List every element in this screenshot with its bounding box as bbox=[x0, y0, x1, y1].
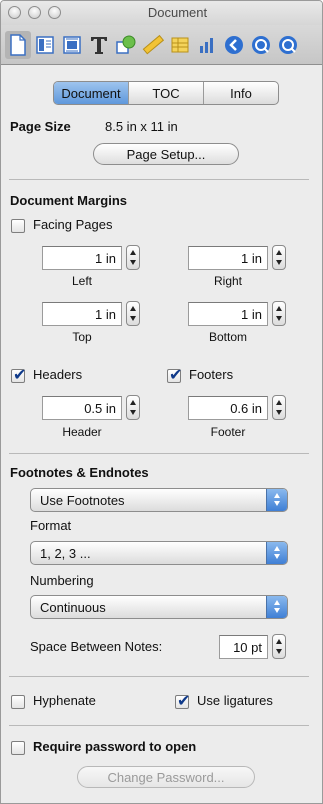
link-inspector-tab[interactable] bbox=[221, 31, 247, 59]
metrics-icon bbox=[142, 34, 164, 55]
page-setup-button[interactable]: Page Setup... bbox=[93, 143, 239, 165]
hyphenate-checkbox[interactable] bbox=[11, 695, 25, 709]
table-icon bbox=[171, 37, 189, 53]
footnote-type-popup[interactable]: Use Footnotes bbox=[30, 488, 288, 512]
format-value: 1, 2, 3 ... bbox=[40, 545, 91, 561]
format-popup[interactable]: 1, 2, 3 ... bbox=[30, 541, 288, 565]
left-margin-label: Left bbox=[71, 274, 92, 288]
change-password-button[interactable]: Change Password... bbox=[77, 766, 255, 788]
tab-toc[interactable]: TOC bbox=[129, 82, 204, 104]
layout-icon bbox=[36, 36, 54, 54]
inspector-toolbar bbox=[1, 25, 322, 65]
link-icon bbox=[225, 36, 243, 54]
format-label: Format bbox=[30, 518, 72, 533]
toolbar-overflow-button[interactable] bbox=[275, 31, 301, 59]
tab-document[interactable]: Document bbox=[54, 82, 129, 104]
right-margin-label: Right bbox=[213, 274, 242, 288]
numbering-popup[interactable]: Continuous bbox=[30, 595, 288, 619]
graphic-icon bbox=[116, 35, 136, 54]
space-between-notes-field[interactable]: 10 pt bbox=[219, 635, 268, 659]
use-ligatures-checkbox[interactable] bbox=[175, 691, 190, 711]
metrics-inspector-tab[interactable] bbox=[140, 31, 166, 59]
footer-margin-stepper[interactable] bbox=[272, 395, 286, 420]
chevron-updown-icon bbox=[266, 489, 287, 511]
left-margin-stepper[interactable] bbox=[126, 245, 140, 270]
chevron-updown-icon bbox=[266, 596, 287, 618]
quicktime-inspector-tab[interactable] bbox=[248, 31, 274, 59]
space-between-notes-label: Space Between Notes: bbox=[30, 639, 163, 654]
graphic-inspector-tab[interactable] bbox=[113, 31, 139, 59]
hyphenate-label: Hyphenate bbox=[33, 693, 96, 708]
document-margins-heading: Document Margins bbox=[10, 193, 128, 208]
facing-pages-checkbox[interactable] bbox=[11, 219, 25, 233]
page-size-label: Page Size bbox=[10, 119, 71, 134]
bottom-margin-stepper[interactable] bbox=[272, 301, 286, 326]
bottom-margin-field[interactable]: 1 in bbox=[188, 302, 268, 326]
facing-pages-label: Facing Pages bbox=[33, 217, 113, 232]
quicktime-icon bbox=[279, 36, 297, 54]
separator bbox=[9, 676, 309, 677]
window-title: Document bbox=[147, 5, 208, 20]
right-margin-field[interactable]: 1 in bbox=[188, 246, 268, 270]
right-margin-stepper[interactable] bbox=[272, 245, 286, 270]
text-inspector-tab[interactable] bbox=[86, 31, 112, 59]
header-margin-label: Header bbox=[62, 425, 102, 439]
page-size-value: 8.5 in x 11 in bbox=[105, 119, 178, 134]
text-icon bbox=[91, 37, 107, 54]
chevron-updown-icon bbox=[266, 542, 287, 564]
space-between-notes-stepper[interactable] bbox=[272, 634, 286, 659]
footer-margin-field[interactable]: 0.6 in bbox=[188, 396, 268, 420]
top-margin-field[interactable]: 1 in bbox=[42, 302, 122, 326]
headers-label: Headers bbox=[33, 367, 83, 382]
require-password-label: Require password to open bbox=[33, 739, 197, 754]
document-section-tabs: Document TOC Info bbox=[53, 81, 279, 105]
footers-checkbox[interactable] bbox=[167, 365, 182, 385]
header-margin-stepper[interactable] bbox=[126, 395, 140, 420]
require-password-checkbox[interactable] bbox=[11, 741, 25, 755]
footnotes-endnotes-heading: Footnotes & Endnotes bbox=[10, 465, 149, 480]
separator bbox=[9, 179, 309, 180]
top-margin-stepper[interactable] bbox=[126, 301, 140, 326]
numbering-label: Numbering bbox=[30, 573, 94, 588]
document-inspector-tab[interactable] bbox=[5, 31, 31, 59]
chart-inspector-tab[interactable] bbox=[194, 31, 220, 59]
tab-info[interactable]: Info bbox=[204, 82, 278, 104]
header-margin-field[interactable]: 0.5 in bbox=[42, 396, 122, 420]
wrap-icon bbox=[63, 36, 81, 54]
title-bar: Document bbox=[1, 1, 322, 25]
document-icon bbox=[10, 34, 26, 56]
chart-icon bbox=[200, 38, 213, 53]
footers-label: Footers bbox=[189, 367, 234, 382]
use-ligatures-label: Use ligatures bbox=[197, 693, 273, 708]
inspector-window: Document Document TOC Info Page Size 8.5… bbox=[0, 0, 323, 804]
footer-margin-label: Footer bbox=[210, 425, 246, 439]
layout-inspector-tab[interactable] bbox=[32, 31, 58, 59]
table-inspector-tab[interactable] bbox=[167, 31, 193, 59]
bottom-margin-label: Bottom bbox=[208, 330, 247, 344]
separator bbox=[9, 725, 309, 726]
separator bbox=[9, 453, 309, 454]
top-margin-label: Top bbox=[72, 330, 92, 344]
left-margin-field[interactable]: 1 in bbox=[42, 246, 122, 270]
quicktime-icon bbox=[252, 36, 270, 54]
headers-checkbox[interactable] bbox=[11, 365, 26, 385]
footnote-type-value: Use Footnotes bbox=[40, 492, 125, 508]
numbering-value: Continuous bbox=[40, 599, 106, 615]
wrap-inspector-tab[interactable] bbox=[59, 31, 85, 59]
